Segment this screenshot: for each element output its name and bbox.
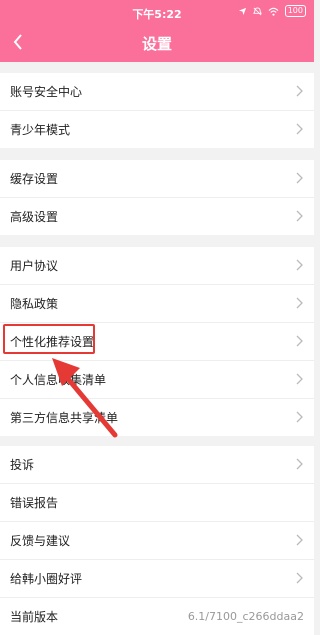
settings-item-label: 账号安全中心 — [10, 85, 83, 99]
chevron-right-icon — [296, 534, 303, 546]
chevron-right-icon — [296, 259, 303, 271]
settings-item-account-security[interactable]: 账号安全中心 — [0, 73, 314, 111]
settings-item-cache[interactable]: 缓存设置 — [0, 160, 314, 198]
settings-item-label: 个人信息收集清单 — [10, 373, 107, 387]
settings-item-label: 当前版本 — [10, 610, 59, 624]
settings-item-label: 高级设置 — [10, 210, 59, 224]
mute-icon — [252, 6, 262, 15]
chevron-right-icon — [296, 572, 303, 584]
settings-item-user-agreement[interactable]: 用户协议 — [0, 247, 314, 285]
chevron-right-icon — [296, 373, 303, 385]
settings-item-personal-info-list[interactable]: 个人信息收集清单 — [0, 361, 314, 399]
section-storage: 缓存设置 高级设置 — [0, 160, 314, 235]
highlight-box — [3, 324, 95, 354]
settings-item-current-version: 当前版本 6.1/7100_c266ddaa2 — [0, 598, 314, 635]
chevron-right-icon — [296, 85, 303, 97]
settings-item-label: 投诉 — [10, 458, 35, 472]
section-support: 投诉 错误报告 反馈与建议 给韩小圈好评 当前版本 6.1/7100_c266d… — [0, 446, 314, 635]
section-account: 账号安全中心 青少年模式 — [0, 73, 314, 148]
settings-item-label: 缓存设置 — [10, 172, 59, 186]
chevron-right-icon — [296, 458, 303, 470]
chevron-right-icon — [296, 335, 303, 347]
page-title: 设置 — [141, 35, 172, 53]
settings-item-error-report[interactable]: 错误报告 — [0, 484, 314, 522]
settings-item-label: 用户协议 — [10, 259, 59, 273]
settings-item-privacy-policy[interactable]: 隐私政策 — [0, 285, 314, 323]
location-icon — [238, 7, 246, 15]
chevron-right-icon — [296, 210, 303, 222]
settings-item-rate-app[interactable]: 给韩小圈好评 — [0, 560, 314, 598]
header-bar: 下午5:22 100 设置 — [0, 0, 314, 62]
status-icons: 100 — [238, 5, 306, 17]
wifi-icon — [268, 7, 279, 16]
status-bar: 下午5:22 100 — [0, 0, 314, 24]
settings-item-label: 青少年模式 — [10, 123, 71, 137]
settings-item-label: 错误报告 — [10, 496, 59, 510]
settings-item-feedback[interactable]: 反馈与建议 — [0, 522, 314, 560]
chevron-right-icon — [296, 172, 303, 184]
settings-item-label: 隐私政策 — [10, 297, 59, 311]
settings-item-complaint[interactable]: 投诉 — [0, 446, 314, 484]
settings-item-label: 给韩小圈好评 — [10, 572, 83, 586]
chevron-right-icon — [296, 297, 303, 309]
chevron-right-icon — [296, 123, 303, 135]
settings-item-label: 第三方信息共享清单 — [10, 411, 119, 425]
chevron-right-icon — [296, 411, 303, 423]
battery-icon: 100 — [284, 5, 306, 17]
settings-item-label: 反馈与建议 — [10, 534, 71, 548]
settings-item-advanced[interactable]: 高级设置 — [0, 198, 314, 235]
settings-item-youth-mode[interactable]: 青少年模式 — [0, 111, 314, 148]
settings-item-third-party-sharing[interactable]: 第三方信息共享清单 — [0, 399, 314, 436]
version-value: 6.1/7100_c266ddaa2 — [187, 610, 304, 623]
nav-bar: 设置 — [0, 24, 314, 62]
